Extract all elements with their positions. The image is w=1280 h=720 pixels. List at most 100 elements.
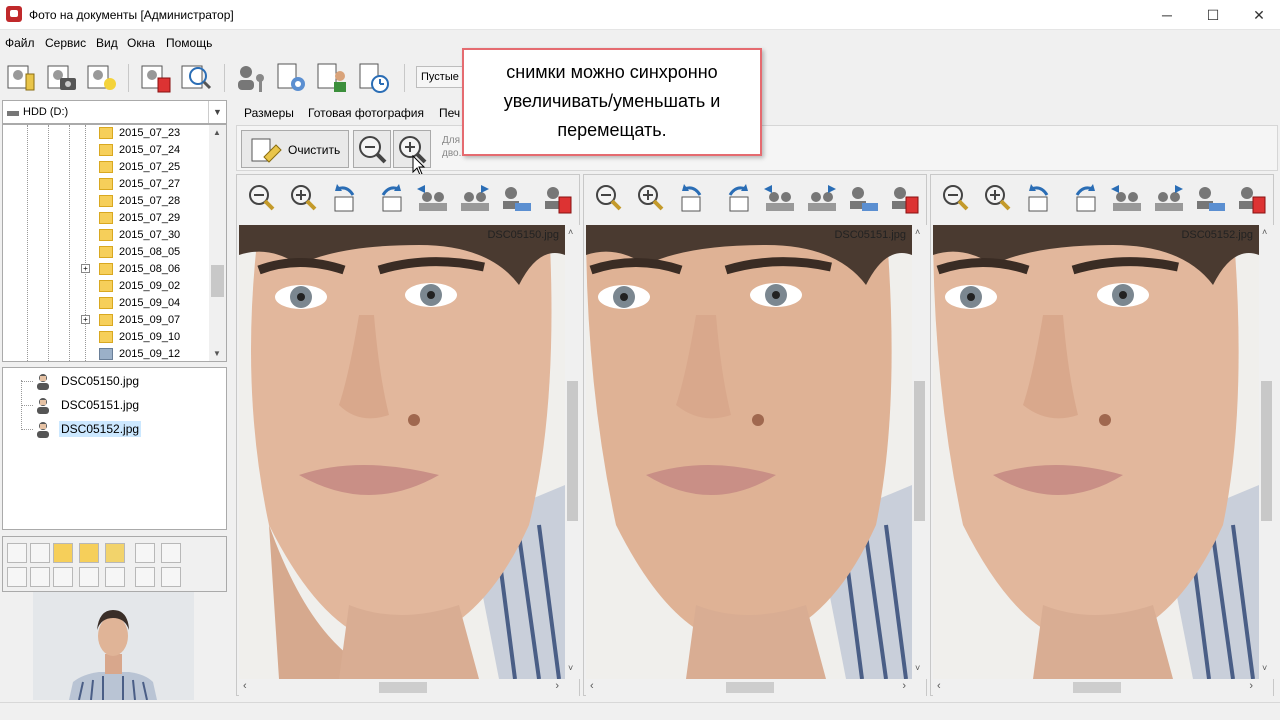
open-photo-button[interactable]: [4, 60, 40, 96]
rotate-button[interactable]: [53, 567, 73, 587]
remove-face-icon[interactable]: [846, 181, 880, 215]
remove-face-icon[interactable]: [1193, 181, 1227, 215]
zoom-out-icon[interactable]: [939, 181, 973, 215]
scroll-down-icon[interactable]: ▼: [213, 349, 221, 358]
search-face-button[interactable]: [178, 60, 214, 96]
delete-photo-icon[interactable]: [541, 181, 575, 215]
clear-button[interactable]: Очистить: [241, 130, 349, 168]
folder-item[interactable]: 2015_09_10: [99, 329, 209, 346]
photo-hscroll[interactable]: ‹ ›: [586, 679, 926, 696]
folder-item[interactable]: 2015_07_23: [99, 125, 209, 142]
folder-item[interactable]: 2015_07_25: [99, 159, 209, 176]
expand-icon[interactable]: +: [81, 264, 90, 273]
edit-button[interactable]: [7, 567, 27, 587]
zoom-out-icon[interactable]: [592, 181, 626, 215]
maximize-button[interactable]: ☐: [1190, 0, 1236, 30]
file-list[interactable]: DSC05150.jpg DSC05151.jpg DSC05152.jpg: [2, 367, 227, 530]
face-photo[interactable]: DSC05150.jpg: [239, 225, 565, 679]
add-copy-button[interactable]: [30, 543, 50, 563]
photo-vscroll[interactable]: ˄ ˅: [912, 225, 927, 679]
new-folder-button[interactable]: [53, 543, 73, 563]
menu-file[interactable]: Файл: [5, 36, 35, 50]
menu-service[interactable]: Сервис: [45, 36, 86, 50]
swap-button[interactable]: [105, 567, 125, 587]
empty-button[interactable]: Пустые: [416, 66, 464, 88]
zoom-out-icon[interactable]: [245, 181, 279, 215]
folder-item[interactable]: 2015_09_02: [99, 278, 209, 295]
eraser-icon: [251, 138, 282, 163]
move-right-icon[interactable]: [457, 181, 491, 215]
move-left-icon[interactable]: [415, 181, 449, 215]
user-doc-button[interactable]: [314, 60, 350, 96]
menu-windows[interactable]: Окна: [127, 36, 155, 50]
delete-photo-icon[interactable]: [1235, 181, 1269, 215]
file-item[interactable]: DSC05150.jpg: [17, 370, 217, 392]
text-button[interactable]: [135, 567, 155, 587]
face-photo[interactable]: DSC05151.jpg: [586, 225, 912, 679]
folder-item[interactable]: 2015_07_29: [99, 210, 209, 227]
move-right-icon[interactable]: [804, 181, 838, 215]
photo-vscroll[interactable]: ˄ ˅: [565, 225, 580, 679]
photo-frame-button[interactable]: [30, 567, 50, 587]
tree-scrollbar[interactable]: ▲ ▼: [209, 125, 226, 361]
folder-item[interactable]: 2015_09_12: [99, 346, 209, 361]
delete-photo-icon[interactable]: [888, 181, 922, 215]
minimize-button[interactable]: ─: [1144, 0, 1190, 30]
text-color-button[interactable]: [161, 567, 181, 587]
folder-tree[interactable]: 2015_07_23 2015_07_24 2015_07_25 2015_07…: [2, 124, 227, 362]
refresh-folder-button[interactable]: [105, 543, 125, 563]
close-button[interactable]: ✕: [1236, 0, 1280, 30]
tab-sizes[interactable]: Размеры: [244, 106, 294, 120]
tab-final-photo[interactable]: Готовая фотография: [308, 106, 424, 120]
move-folder-button[interactable]: [79, 543, 99, 563]
scroll-up-icon[interactable]: ▲: [213, 128, 221, 137]
new-photo-button[interactable]: [84, 60, 120, 96]
folder-item[interactable]: 2015_08_06: [99, 261, 209, 278]
chevron-down-icon[interactable]: ▼: [208, 101, 226, 123]
move-left-icon[interactable]: [1109, 181, 1143, 215]
tab-print[interactable]: Печ: [439, 106, 460, 120]
face-photo[interactable]: DSC05152.jpg: [933, 225, 1259, 679]
rotate-right-icon[interactable]: [720, 181, 754, 215]
delete-button[interactable]: [79, 567, 99, 587]
folder-item[interactable]: 2015_07_30: [99, 227, 209, 244]
settings-doc-icon: [277, 63, 305, 91]
remove-face-icon[interactable]: [499, 181, 533, 215]
move-left-icon[interactable]: [762, 181, 796, 215]
expand-icon[interactable]: +: [81, 315, 90, 324]
folder-icon: [99, 127, 113, 139]
zoom-in-icon[interactable]: [634, 181, 668, 215]
move-right-icon[interactable]: [1151, 181, 1185, 215]
sort-asc-button[interactable]: [135, 543, 155, 563]
folder-item[interactable]: 2015_07_24: [99, 142, 209, 159]
sort-desc-button[interactable]: [161, 543, 181, 563]
zoom-in-icon[interactable]: [981, 181, 1015, 215]
folder-item[interactable]: 2015_08_05: [99, 244, 209, 261]
settings-button[interactable]: [274, 60, 310, 96]
delete-photo-button[interactable]: [138, 60, 174, 96]
folder-item[interactable]: 2015_07_28: [99, 193, 209, 210]
zoom-out-button[interactable]: [353, 130, 391, 168]
menu-view[interactable]: Вид: [96, 36, 118, 50]
rotate-left-icon[interactable]: [676, 181, 710, 215]
file-item[interactable]: DSC05151.jpg: [17, 394, 217, 416]
history-button[interactable]: [356, 60, 392, 96]
folder-item[interactable]: 2015_09_04: [99, 295, 209, 312]
user-key-button[interactable]: [234, 60, 270, 96]
photo-vscroll[interactable]: ˄ ˅: [1259, 225, 1274, 679]
photo-hscroll[interactable]: ‹ ›: [933, 679, 1273, 696]
file-item-selected[interactable]: DSC05152.jpg: [17, 418, 217, 440]
rotate-left-icon[interactable]: [329, 181, 363, 215]
rotate-right-icon[interactable]: [1067, 181, 1101, 215]
add-file-button[interactable]: [7, 543, 27, 563]
folder-item[interactable]: 2015_07_27: [99, 176, 209, 193]
zoom-in-icon[interactable]: [287, 181, 321, 215]
scroll-thumb[interactable]: [211, 265, 224, 297]
photo-hscroll[interactable]: ‹ ›: [239, 679, 579, 696]
rotate-right-icon[interactable]: [373, 181, 407, 215]
menu-help[interactable]: Помощь: [166, 36, 212, 50]
drive-select[interactable]: HDD (D:) ▼: [2, 100, 227, 124]
camera-button[interactable]: [44, 60, 80, 96]
folder-item[interactable]: 2015_09_07: [99, 312, 209, 329]
rotate-left-icon[interactable]: [1023, 181, 1057, 215]
